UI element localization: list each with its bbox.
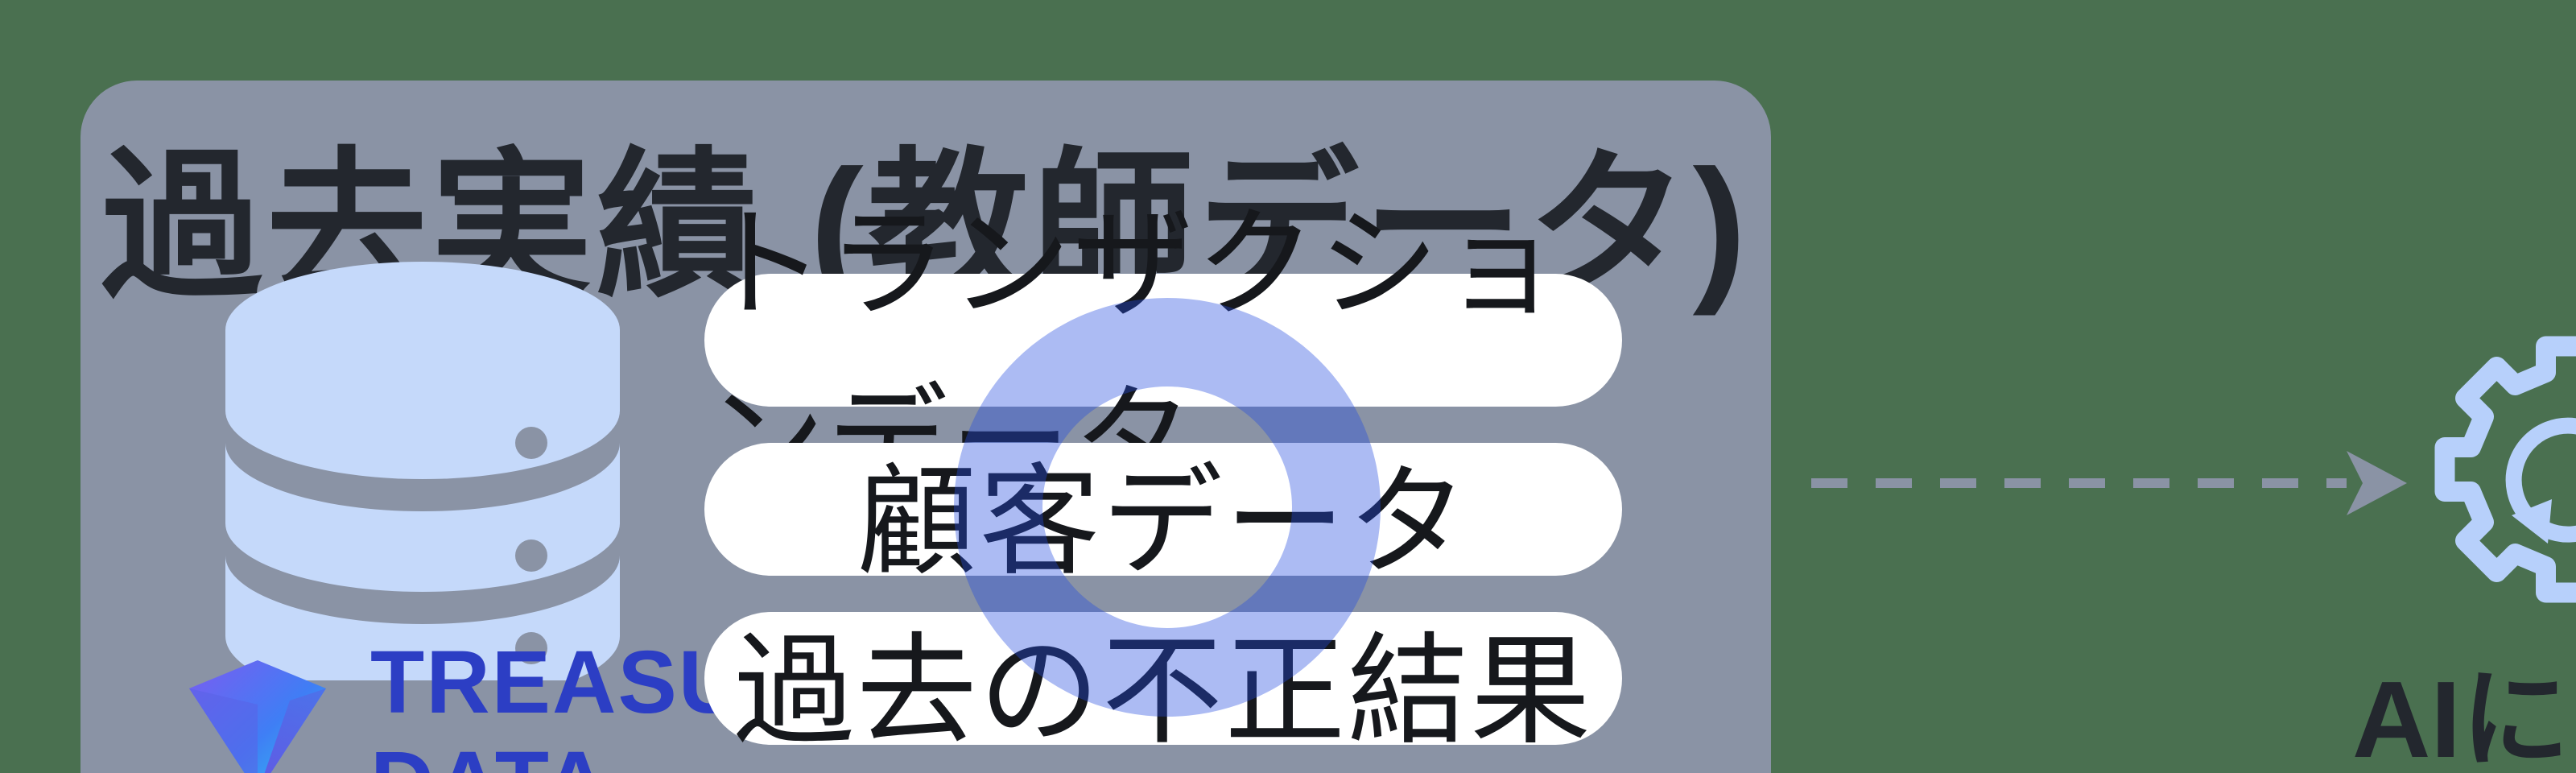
connector-training-to-ai xyxy=(1811,435,2415,531)
data-pill-past-fraud: 過去の不正結果 xyxy=(704,612,1622,759)
database-cylinder-icon xyxy=(201,258,644,680)
gear-refresh-icon xyxy=(2427,334,2576,616)
diagram-canvas: 過去実績 (教師データ) TREASURE 顧客データ 過去の不正結果 AIに xyxy=(0,0,2576,773)
data-pill-customer: 顧客データ xyxy=(704,443,1622,590)
data-pill-transaction: トランザクションデータ xyxy=(704,200,1622,510)
treasure-data-diamond-icon xyxy=(185,649,330,773)
node-label-ai-model-generation: AIによる モデルの生成 xyxy=(2351,660,2576,773)
